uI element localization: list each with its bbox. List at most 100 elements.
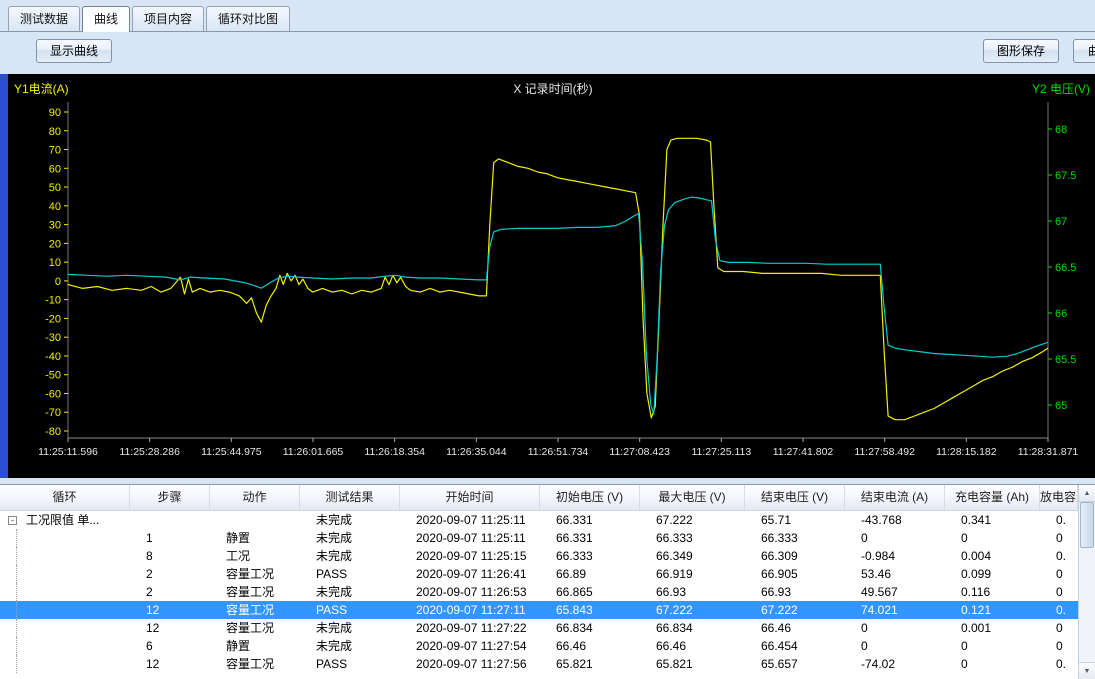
table-cell: 65.843 (540, 601, 640, 619)
table-cell: 0.121 (945, 601, 1040, 619)
table-cell: 未完成 (300, 547, 400, 565)
save-graphic-button[interactable]: 图形保存 (983, 39, 1059, 63)
tree-collapse-icon[interactable]: - (8, 516, 17, 525)
svg-text:11:26:35.044: 11:26:35.044 (446, 446, 507, 458)
table-scrollbar[interactable]: ▲ ▼ (1078, 485, 1095, 679)
table-row[interactable]: 2容量工况未完成2020-09-07 11:26:5366.86566.9366… (0, 583, 1078, 601)
column-header-3[interactable]: 动作 (210, 485, 300, 510)
table-row[interactable]: 12容量工况未完成2020-09-07 11:27:2266.83466.834… (0, 619, 1078, 637)
tree-line (16, 565, 17, 583)
table-cell: PASS (300, 655, 400, 673)
table-cell: 容量工况 (210, 583, 300, 601)
svg-text:70: 70 (49, 145, 61, 157)
column-header-6[interactable]: 初始电压 (V) (540, 485, 640, 510)
scroll-down-button[interactable]: ▼ (1079, 662, 1095, 679)
table-row[interactable]: 6静置未完成2020-09-07 11:27:5466.4666.4666.45… (0, 637, 1078, 655)
clipped-edge-button[interactable]: 曲 (1073, 39, 1095, 63)
table-cell: 66.93 (640, 583, 745, 601)
svg-text:-50: -50 (45, 370, 61, 382)
table-cell: 66.309 (745, 547, 845, 565)
table-cell: 2020-09-07 11:27:22 (400, 619, 540, 637)
table-cell: 未完成 (300, 529, 400, 547)
table-cell: 0 (1040, 565, 1078, 583)
table-cell: 66.46 (640, 637, 745, 655)
tree-line (16, 637, 17, 655)
y2-axis-title: Y2 电压(V) (1032, 82, 1090, 96)
table-cell: 66.331 (540, 529, 640, 547)
svg-text:68: 68 (1055, 124, 1067, 136)
svg-text:-30: -30 (45, 332, 61, 344)
tab-curve[interactable]: 曲线 (82, 6, 130, 32)
svg-text:11:25:11.596: 11:25:11.596 (38, 446, 98, 458)
table-cell (0, 601, 130, 619)
svg-text:0: 0 (55, 276, 61, 288)
table-row[interactable]: 2容量工况PASS2020-09-07 11:26:4166.8966.9196… (0, 565, 1078, 583)
tree-line (16, 601, 17, 619)
svg-text:65: 65 (1055, 400, 1067, 412)
svg-text:11:25:44.975: 11:25:44.975 (201, 446, 262, 458)
tab-test-data[interactable]: 测试数据 (8, 6, 80, 31)
tree-line (16, 529, 17, 547)
svg-text:11:26:01.665: 11:26:01.665 (283, 446, 344, 458)
table-cell: PASS (300, 565, 400, 583)
column-header-5[interactable]: 开始时间 (400, 485, 540, 510)
column-header-7[interactable]: 最大电压 (V) (640, 485, 745, 510)
table-cell: -工况限值 单... (0, 511, 130, 529)
curve-chart-area[interactable]: Y1电流(A) X 记录时间(秒) Y2 电压(V) -80-70-60-50-… (8, 74, 1095, 478)
svg-text:65.5: 65.5 (1055, 354, 1076, 366)
x-axis-title: X 记录时间(秒) (513, 82, 592, 96)
table-cell: 0.001 (945, 619, 1040, 637)
table-cell: 0 (1040, 583, 1078, 601)
table-cell (0, 565, 130, 583)
column-header-4[interactable]: 测试结果 (300, 485, 400, 510)
tab-project-content[interactable]: 项目内容 (132, 6, 204, 31)
svg-text:-70: -70 (45, 407, 61, 419)
scroll-up-button[interactable]: ▲ (1079, 485, 1095, 502)
scrollbar-thumb[interactable] (1080, 502, 1094, 548)
table-cell: 66.333 (540, 547, 640, 565)
show-curve-button[interactable]: 显示曲线 (36, 39, 112, 63)
table-cell: 未完成 (300, 619, 400, 637)
left-edge-panel (0, 74, 8, 478)
table-cell (130, 511, 210, 529)
table-cell: -0.984 (845, 547, 945, 565)
svg-text:11:25:28.286: 11:25:28.286 (119, 446, 180, 458)
table-cell: 66.834 (640, 619, 745, 637)
column-header-2[interactable]: 步骤 (130, 485, 210, 510)
table-cell: 0 (945, 529, 1040, 547)
table-row[interactable]: 12容量工况PASS2020-09-07 11:27:1165.84367.22… (0, 601, 1078, 619)
table-cell: 容量工况 (210, 601, 300, 619)
table-cell: 0 (1040, 529, 1078, 547)
table-cell: 0 (845, 637, 945, 655)
column-header-1[interactable]: 循环 (0, 485, 130, 510)
column-header-11[interactable]: 放电容量 (Ah) (1040, 485, 1078, 510)
svg-text:11:27:58.492: 11:27:58.492 (854, 446, 915, 458)
column-header-9[interactable]: 结束电流 (A) (845, 485, 945, 510)
table-cell (0, 529, 130, 547)
table-row[interactable]: 8工况未完成2020-09-07 11:25:1566.33366.34966.… (0, 547, 1078, 565)
table-cell: -43.768 (845, 511, 945, 529)
column-header-8[interactable]: 结束电压 (V) (745, 485, 845, 510)
table-row[interactable]: 12容量工况PASS2020-09-07 11:27:5665.82165.82… (0, 655, 1078, 673)
table-cell: 65.657 (745, 655, 845, 673)
table-cell (0, 547, 130, 565)
svg-text:-80: -80 (45, 426, 61, 438)
svg-text:60: 60 (49, 163, 61, 175)
table-cell: 66.919 (640, 565, 745, 583)
svg-text:-20: -20 (45, 313, 61, 325)
table-row[interactable]: 1静置未完成2020-09-07 11:25:1166.33166.33366.… (0, 529, 1078, 547)
cycle-group-label: 工况限值 单... (26, 511, 99, 529)
tab-cycle-comparison[interactable]: 循环对比图 (206, 6, 290, 31)
table-cell: 12 (130, 655, 210, 673)
table-row[interactable]: -工况限值 单...未完成2020-09-07 11:25:1166.33167… (0, 511, 1078, 529)
scroll-down-icon: ▼ (1084, 668, 1091, 675)
table-cell: 66.331 (540, 511, 640, 529)
column-header-10[interactable]: 充电容量 (Ah) (945, 485, 1040, 510)
table-cell: 容量工况 (210, 655, 300, 673)
table-cell: 74.021 (845, 601, 945, 619)
table-cell: 66.93 (745, 583, 845, 601)
table-cell (0, 583, 130, 601)
table-cell: -74.02 (845, 655, 945, 673)
table-cell: 2020-09-07 11:27:11 (400, 601, 540, 619)
table-header-row: 循环步骤动作测试结果开始时间初始电压 (V)最大电压 (V)结束电压 (V)结束… (0, 485, 1078, 511)
